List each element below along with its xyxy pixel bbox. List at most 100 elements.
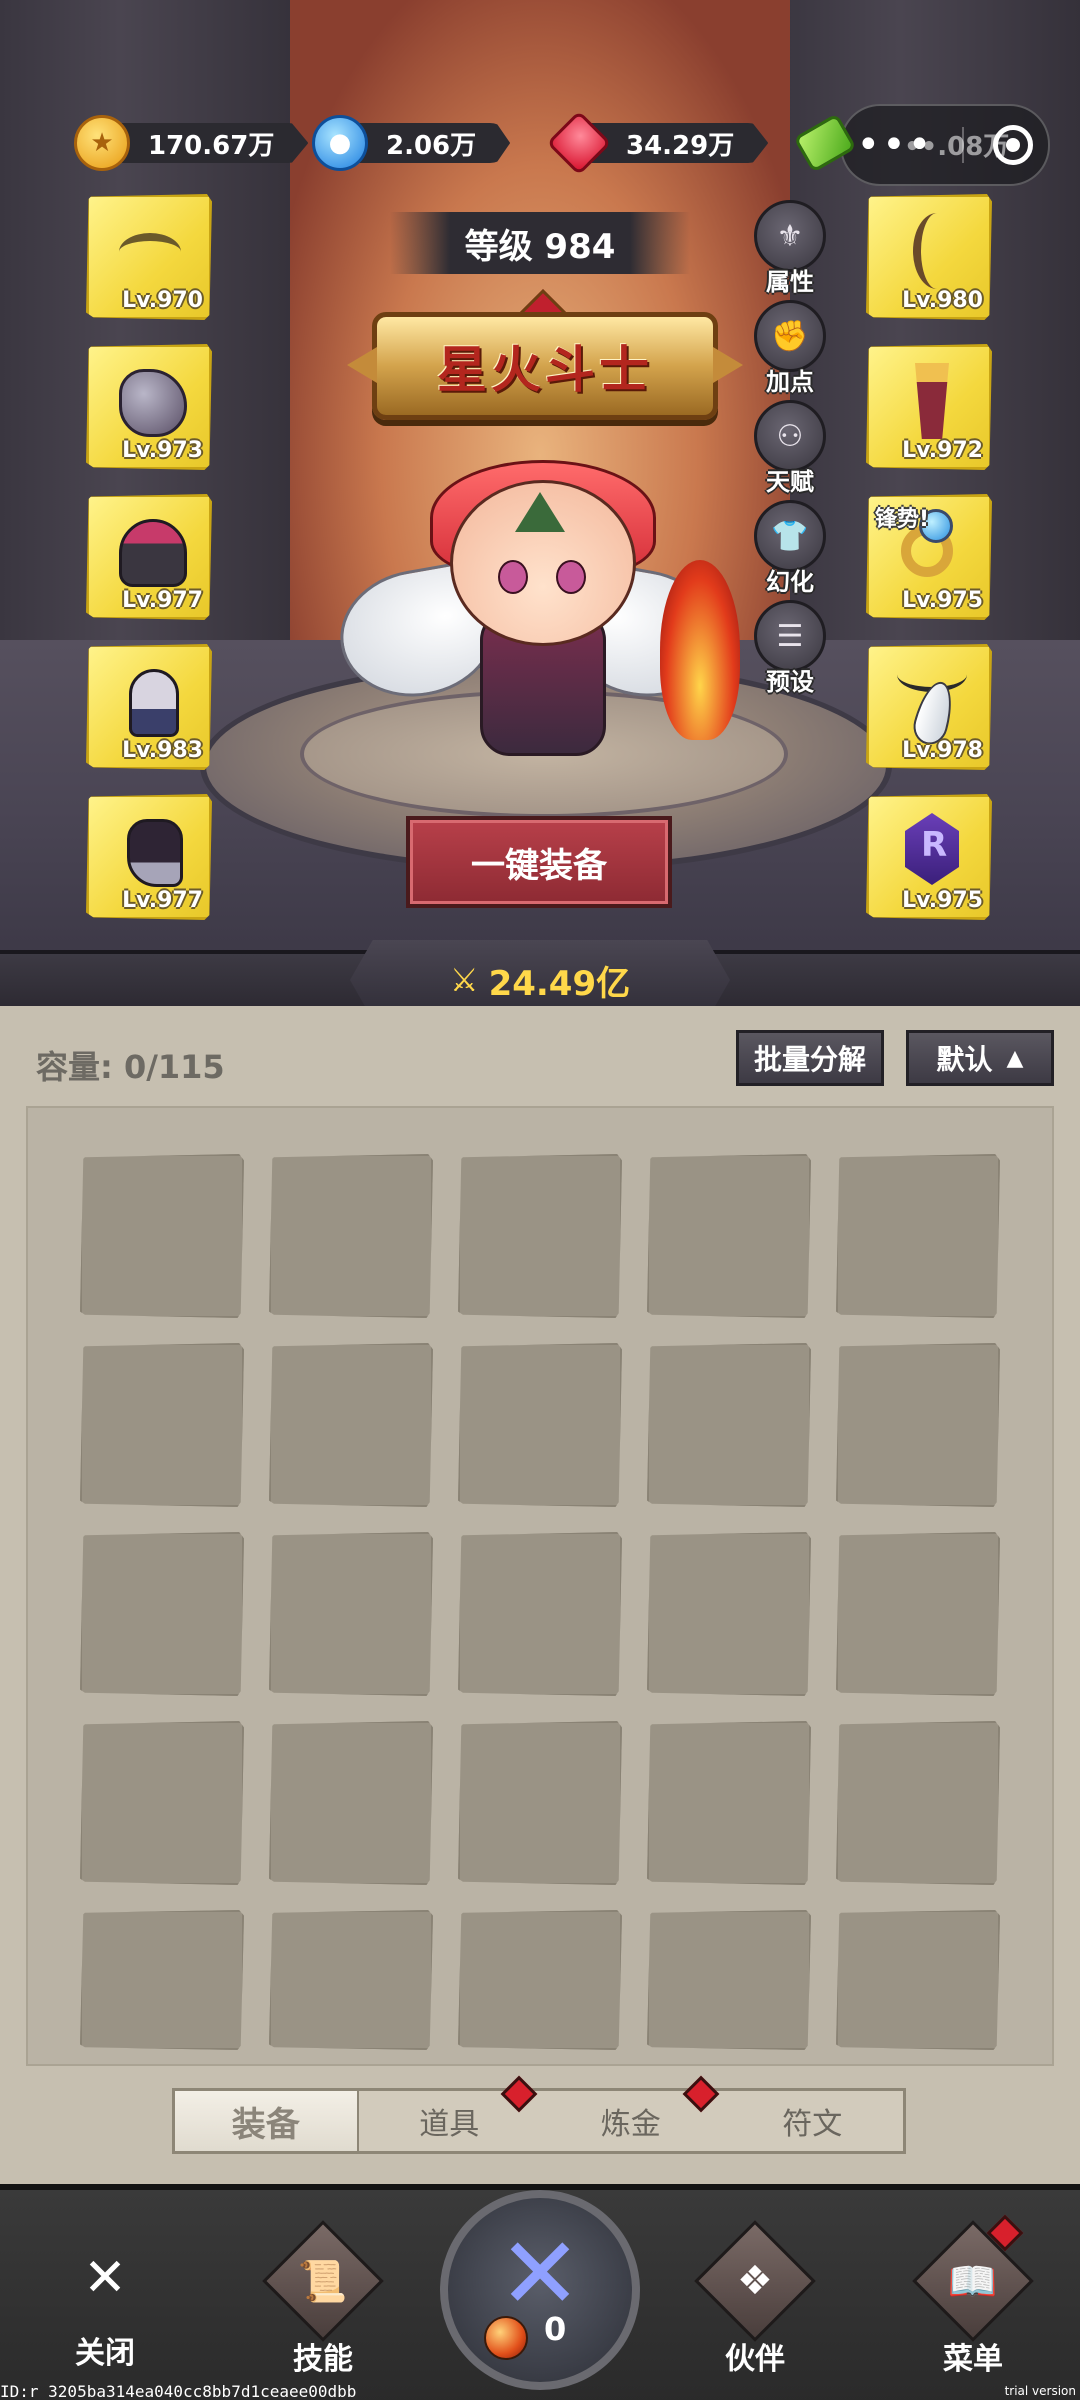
notification-dot-icon (682, 2075, 719, 2113)
nav-partner[interactable]: ❖ 伙伴 (680, 2220, 830, 2388)
batch-decompose-button[interactable]: 批量分解 (736, 1030, 884, 1086)
crossed-swords-icon: ⚔ (449, 961, 479, 999)
equip-slot-gloves[interactable]: Lv.983 (86, 644, 212, 770)
gold-coin-icon: ★ (74, 115, 130, 171)
tab-label: 道具 (419, 2107, 480, 2142)
inventory-slot[interactable] (647, 1910, 811, 2050)
inventory-slot[interactable] (269, 1343, 433, 1507)
equip-slot-boots[interactable]: Lv.977 (86, 794, 212, 920)
transmog-label: 幻化 (766, 568, 814, 596)
inventory-slot[interactable] (269, 1154, 433, 1318)
nav-close[interactable]: ✕ 关闭 (30, 2228, 180, 2388)
add-points-label: 加点 (766, 368, 814, 396)
inventory-slot[interactable] (269, 1721, 433, 1885)
equip-slot-necklace[interactable]: Lv.978 (866, 644, 992, 770)
inventory-slot[interactable] (458, 1532, 622, 1696)
tab-alchemy[interactable]: 炼金 (540, 2075, 722, 2151)
preset-button[interactable]: ☰ 预设 (752, 600, 828, 696)
inventory-slot[interactable] (836, 1154, 1000, 1318)
title-text: 星火斗士 (437, 340, 653, 399)
equip-slot-offhand[interactable]: Lv.972 (866, 344, 992, 470)
inventory-slot[interactable] (269, 1532, 433, 1696)
slot-level: Lv.977 (122, 588, 203, 613)
inventory-slot[interactable] (647, 1532, 811, 1696)
slot-level: Lv.973 (122, 438, 203, 463)
slot-level: Lv.975 (902, 888, 983, 913)
inventory-slot[interactable] (269, 1910, 433, 2050)
inventory-slot[interactable] (647, 1343, 811, 1507)
inventory-slot[interactable] (458, 1910, 622, 2050)
slot-level: Lv.972 (902, 438, 983, 463)
inventory-slot[interactable] (80, 1343, 244, 1507)
inventory-slot[interactable] (836, 1721, 1000, 1885)
crystal-currency[interactable]: ● 2.06万 (312, 115, 511, 171)
equip-slot-rune[interactable]: R Lv.975 (866, 794, 992, 920)
sort-default-button[interactable]: 默认 ▲ (906, 1030, 1054, 1086)
combat-power-value: 24.49亿 (488, 963, 631, 1004)
blue-crystal-icon: ● (312, 115, 368, 171)
equipment-screen: ★ 170.67万 ● 2.06万 34.29万 ••• ••.08万 等级 9… (0, 0, 1080, 2400)
shoulder-armor-icon (119, 369, 187, 437)
gauntlet-icon (129, 669, 179, 737)
tab-items[interactable]: 道具 (359, 2075, 541, 2151)
battle-swords-icon: ✕ (498, 2215, 582, 2332)
equip-slot-ring[interactable]: 锋势! Lv.975 (866, 494, 992, 620)
transmog-button[interactable]: 👕 幻化 (752, 500, 828, 596)
tab-label: 炼金 (600, 2107, 661, 2142)
equip-slot-chest[interactable]: Lv.977 (86, 494, 212, 620)
battle-button[interactable]: ✕ 0 (440, 2190, 640, 2390)
inventory-slot[interactable] (80, 1154, 244, 1318)
nav-skills[interactable]: 📜 技能 (248, 2220, 398, 2388)
inventory-slot[interactable] (836, 1532, 1000, 1696)
chevron-up-icon: ▲ (1006, 1045, 1024, 1071)
inventory-slot[interactable] (647, 1721, 811, 1885)
slot-level: Lv.980 (902, 288, 983, 313)
inventory-slot[interactable] (80, 1721, 244, 1885)
flame-weapon (660, 560, 740, 740)
equip-slot-helmet[interactable]: Lv.970 (86, 194, 212, 320)
ruby-gem-icon (546, 110, 612, 176)
inventory-tabs: 装备 道具 炼金 符文 (172, 2075, 906, 2154)
sort-label: 默认 (936, 1043, 993, 1076)
notification-dot-icon (500, 2075, 538, 2113)
one-key-equip-button[interactable]: 一键装备 (406, 816, 672, 908)
inventory-slot[interactable] (458, 1154, 622, 1318)
inventory-panel: 容量: 0/115 批量分解 默认 ▲ 装备 道具 炼金 符文 (0, 1006, 1080, 2184)
tab-equipment[interactable]: 装备 (175, 2091, 359, 2151)
equip-slot-shoulder[interactable]: Lv.973 (86, 344, 212, 470)
inventory-slot[interactable] (80, 1532, 244, 1696)
title-plaque[interactable]: 星火斗士 (372, 312, 718, 420)
inventory-slot[interactable] (80, 1910, 244, 2050)
gold-currency[interactable]: ★ 170.67万 (74, 115, 309, 171)
slot-level: Lv.978 (902, 738, 983, 763)
ruby-currency[interactable]: 34.29万 (546, 110, 769, 176)
tab-label: 符文 (782, 2107, 843, 2142)
inventory-slot[interactable] (836, 1343, 1000, 1507)
trial-version-label: trial version (1004, 2384, 1076, 2398)
slot-level: Lv.975 (902, 588, 983, 613)
partner-wings-icon: ❖ (694, 2220, 816, 2342)
slot-level: Lv.977 (122, 888, 203, 913)
hero-character[interactable] (330, 440, 740, 780)
equip-slot-weapon[interactable]: Lv.980 (866, 194, 992, 320)
nav-close-label: 关闭 (75, 2336, 135, 2371)
add-points-button[interactable]: ✊ 加点 (752, 300, 828, 396)
nav-menu[interactable]: 📖 菜单 (898, 2220, 1048, 2388)
antler-helm-icon (119, 233, 181, 271)
attributes-button[interactable]: ⚜ 属性 (752, 200, 828, 296)
inventory-slot[interactable] (647, 1154, 811, 1318)
inventory-slot[interactable] (836, 1910, 1000, 2050)
slot-tag: 锋势! (875, 507, 930, 532)
gold-amount: 170.67万 (100, 123, 309, 163)
inventory-slot[interactable] (458, 1343, 622, 1507)
tab-runes[interactable]: 符文 (722, 2091, 904, 2151)
tab-label: 装备 (231, 2104, 300, 2145)
player-level: 等级 984 (390, 212, 690, 274)
talent-label: 天赋 (766, 468, 814, 496)
talent-button[interactable]: ⚇ 天赋 (752, 400, 828, 496)
mini-program-capsule[interactable]: ••• ••.08万 (840, 104, 1050, 186)
battle-count: 0 (544, 2310, 567, 2348)
inventory-slot[interactable] (458, 1721, 622, 1885)
slot-level: Lv.983 (122, 738, 203, 763)
inventory-capacity: 容量: 0/115 (36, 1048, 225, 1086)
